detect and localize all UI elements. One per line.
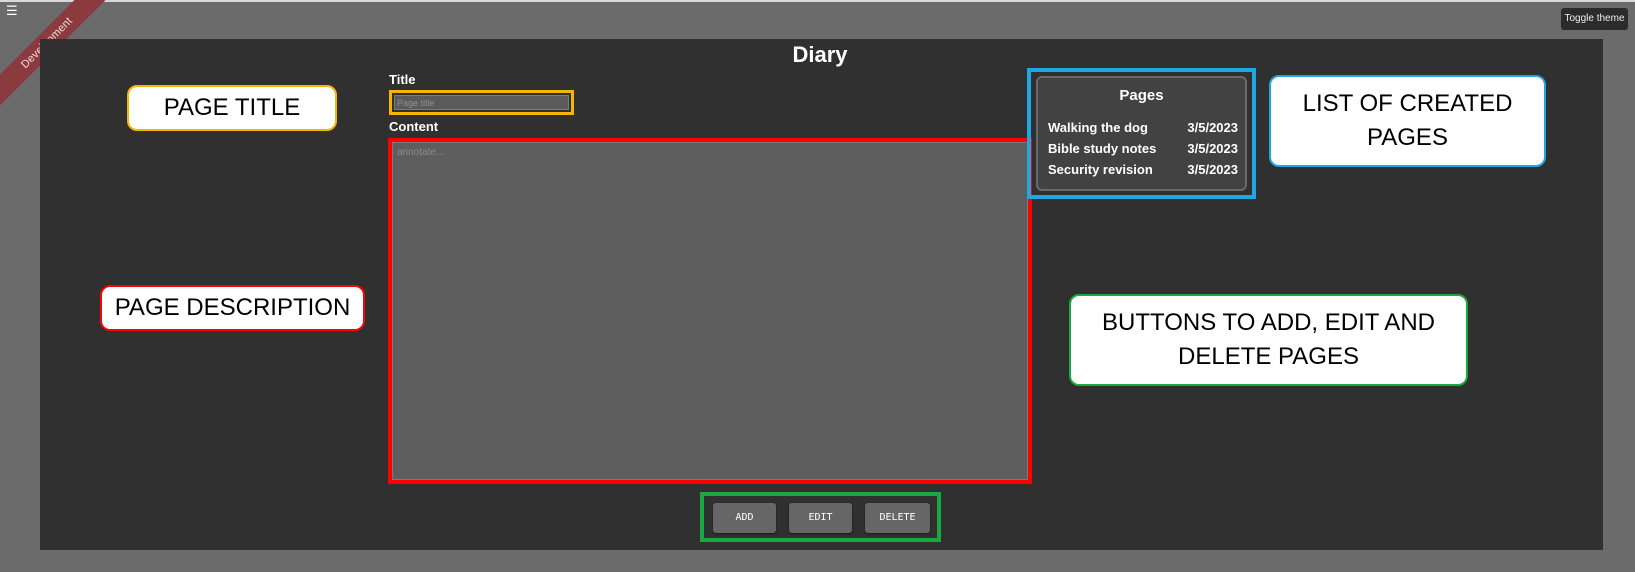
edit-button[interactable]: EDIT	[789, 503, 852, 533]
title-label: Title	[389, 72, 416, 87]
page-item-date: 3/5/2023	[1187, 120, 1238, 135]
add-button[interactable]: ADD	[713, 503, 776, 533]
page-item-name: Bible study notes	[1048, 141, 1157, 156]
page-list-item[interactable]: Walking the dog 3/5/2023	[1048, 118, 1238, 138]
window-top-strip	[0, 0, 1635, 2]
page-description-callout: PAGE DESCRIPTION	[100, 285, 365, 331]
page-item-name: Security revision	[1048, 162, 1153, 177]
page-list-item[interactable]: Bible study notes 3/5/2023	[1048, 139, 1238, 159]
content-label: Content	[389, 119, 439, 134]
pages-list-card: Pages Walking the dog 3/5/2023 Bible stu…	[1036, 76, 1247, 191]
page-title: Diary	[792, 42, 848, 67]
content-highlight-box	[388, 138, 1032, 484]
title-highlight-box	[389, 90, 574, 115]
list-of-pages-callout: LIST OF CREATED PAGES	[1269, 75, 1546, 167]
toggle-theme-button[interactable]: Toggle theme	[1561, 8, 1628, 30]
page-item-date: 3/5/2023	[1187, 141, 1238, 156]
page-item-date: 3/5/2023	[1187, 162, 1238, 177]
delete-button[interactable]: DELETE	[865, 503, 930, 533]
page-list-item[interactable]: Security revision 3/5/2023	[1048, 160, 1238, 180]
title-input[interactable]	[394, 95, 569, 110]
pages-heading: Pages	[1119, 87, 1164, 104]
page-title-callout: PAGE TITLE	[127, 85, 337, 131]
pages-highlight-box: Pages Walking the dog 3/5/2023 Bible stu…	[1027, 68, 1256, 199]
hamburger-menu-icon[interactable]: ☰	[6, 5, 18, 18]
content-textarea[interactable]	[392, 142, 1028, 480]
buttons-callout: BUTTONS TO ADD, EDIT AND DELETE PAGES	[1069, 294, 1468, 386]
page-item-name: Walking the dog	[1048, 120, 1148, 135]
buttons-highlight-box: ADD EDIT DELETE	[700, 492, 941, 542]
